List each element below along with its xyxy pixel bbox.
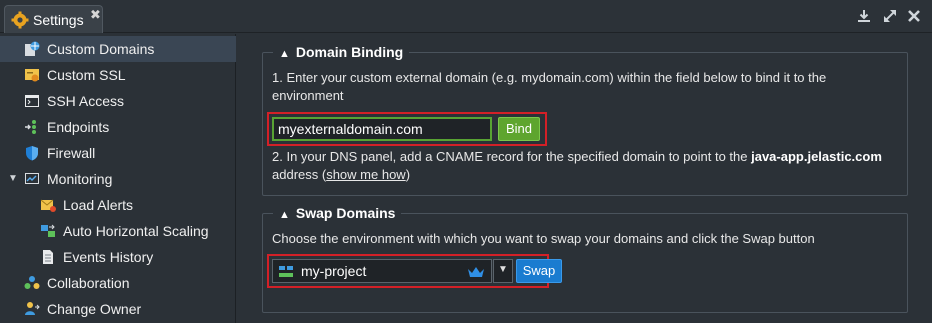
- sidebar-item-custom-domains[interactable]: Custom Domains: [0, 36, 236, 62]
- sidebar-item-ssh-access[interactable]: SSH Access: [0, 88, 236, 114]
- domain-input-highlight: Bind: [267, 112, 547, 146]
- section-title: Swap Domains: [295, 205, 396, 221]
- swap-controls-highlight: my-project ▼ Swap: [267, 254, 562, 288]
- step2-suffix-a: address (: [272, 167, 327, 182]
- chevron-down-icon[interactable]: ▼: [8, 173, 18, 184]
- change-owner-icon: [25, 302, 40, 315]
- sidebar-item-label: Collaboration: [47, 275, 130, 291]
- sidebar-item-monitoring[interactable]: ▼ Monitoring: [0, 166, 236, 192]
- sidebar-item-label: Load Alerts: [63, 197, 134, 213]
- swap-domains-section: ▲ Swap Domains Choose the environment wit…: [262, 205, 908, 313]
- sidebar-item-load-alerts[interactable]: Load Alerts: [0, 192, 236, 218]
- alert-envelope-icon: [40, 199, 56, 212]
- expand-icon[interactable]: [882, 8, 898, 24]
- step2-suffix-b: ): [405, 167, 411, 182]
- domain-binding-title[interactable]: ▲ Domain Binding: [273, 44, 409, 60]
- sidebar-item-change-owner[interactable]: Change Owner: [0, 296, 236, 322]
- sidebar-item-events-history[interactable]: Events History: [0, 244, 236, 270]
- swap-button[interactable]: Swap: [516, 259, 562, 283]
- document-icon: [43, 250, 53, 264]
- gear-icon: [11, 11, 29, 29]
- sidebar-item-label: Custom SSL: [47, 67, 126, 83]
- sidebar-item-label: Auto Horizontal Scaling: [63, 223, 209, 239]
- environment-select[interactable]: my-project: [272, 259, 492, 283]
- monitoring-icon: [25, 173, 39, 184]
- environment-name: my-project: [301, 263, 367, 279]
- section-title: Domain Binding: [295, 44, 404, 60]
- endpoints-icon: [25, 120, 36, 134]
- step2-prefix: 2. In your DNS panel, add a CNAME record…: [272, 149, 748, 164]
- step2-text: 2. In your DNS panel, add a CNAME record…: [272, 148, 882, 184]
- tab-close-icon[interactable]: ✖: [90, 7, 101, 23]
- sidebar-item-label: Events History: [63, 249, 154, 265]
- sidebar-item-firewall[interactable]: Firewall: [0, 140, 236, 166]
- sidebar-item-label: Endpoints: [47, 119, 110, 135]
- swap-domains-title[interactable]: ▲ Swap Domains: [273, 205, 401, 221]
- step1-text: 1. Enter your custom external domain (e.…: [272, 69, 826, 105]
- show-me-how-link[interactable]: show me how: [326, 167, 405, 182]
- main-panel: ▲ Domain Binding 1. Enter your custom ext…: [237, 34, 932, 323]
- sidebar-item-auto-horizontal-scaling[interactable]: Auto Horizontal Scaling: [0, 218, 236, 244]
- target-domain: java-app.jelastic.com: [751, 149, 882, 164]
- step1-line2: environment: [272, 88, 344, 103]
- sidebar-item-label: Monitoring: [47, 171, 113, 187]
- window-header: Settings ✖: [0, 0, 932, 33]
- step1-line1: 1. Enter your custom external domain (e.…: [272, 70, 827, 85]
- close-icon[interactable]: [906, 8, 922, 24]
- domains-icon: [25, 41, 40, 56]
- environment-dropdown-button[interactable]: ▼: [493, 259, 513, 283]
- sidebar-item-label: Change Owner: [47, 301, 142, 317]
- sidebar-item-collaboration[interactable]: Collaboration: [0, 270, 236, 296]
- collaboration-icon: [24, 276, 40, 289]
- sidebar-item-endpoints[interactable]: Endpoints: [0, 114, 236, 140]
- sidebar-item-label: Custom Domains: [47, 41, 155, 57]
- scaling-icon: [41, 224, 55, 237]
- tab-title: Settings: [33, 12, 84, 28]
- sidebar-item-label: Firewall: [47, 145, 96, 161]
- environment-icon: [279, 266, 293, 277]
- domain-input[interactable]: [272, 117, 492, 141]
- download-icon[interactable]: [856, 8, 872, 24]
- swap-description: Choose the environment with which you wa…: [272, 231, 815, 246]
- tab-settings[interactable]: Settings ✖: [4, 5, 103, 33]
- sidebar-item-custom-ssl[interactable]: Custom SSL: [0, 62, 236, 88]
- crown-icon: [468, 267, 484, 277]
- collapse-triangle-icon: ▲: [279, 48, 290, 60]
- bind-button[interactable]: Bind: [498, 117, 540, 141]
- terminal-icon: [25, 95, 39, 107]
- shield-icon: [26, 146, 38, 161]
- sidebar: Custom Domains Custom SSL SSH Access End…: [0, 34, 236, 323]
- sidebar-item-label: SSH Access: [47, 93, 125, 109]
- chevron-down-icon: ▼: [498, 264, 508, 275]
- collapse-triangle-icon: ▲: [279, 209, 290, 221]
- ssl-certificate-icon: [25, 69, 39, 82]
- domain-binding-section: ▲ Domain Binding 1. Enter your custom ext…: [262, 44, 908, 196]
